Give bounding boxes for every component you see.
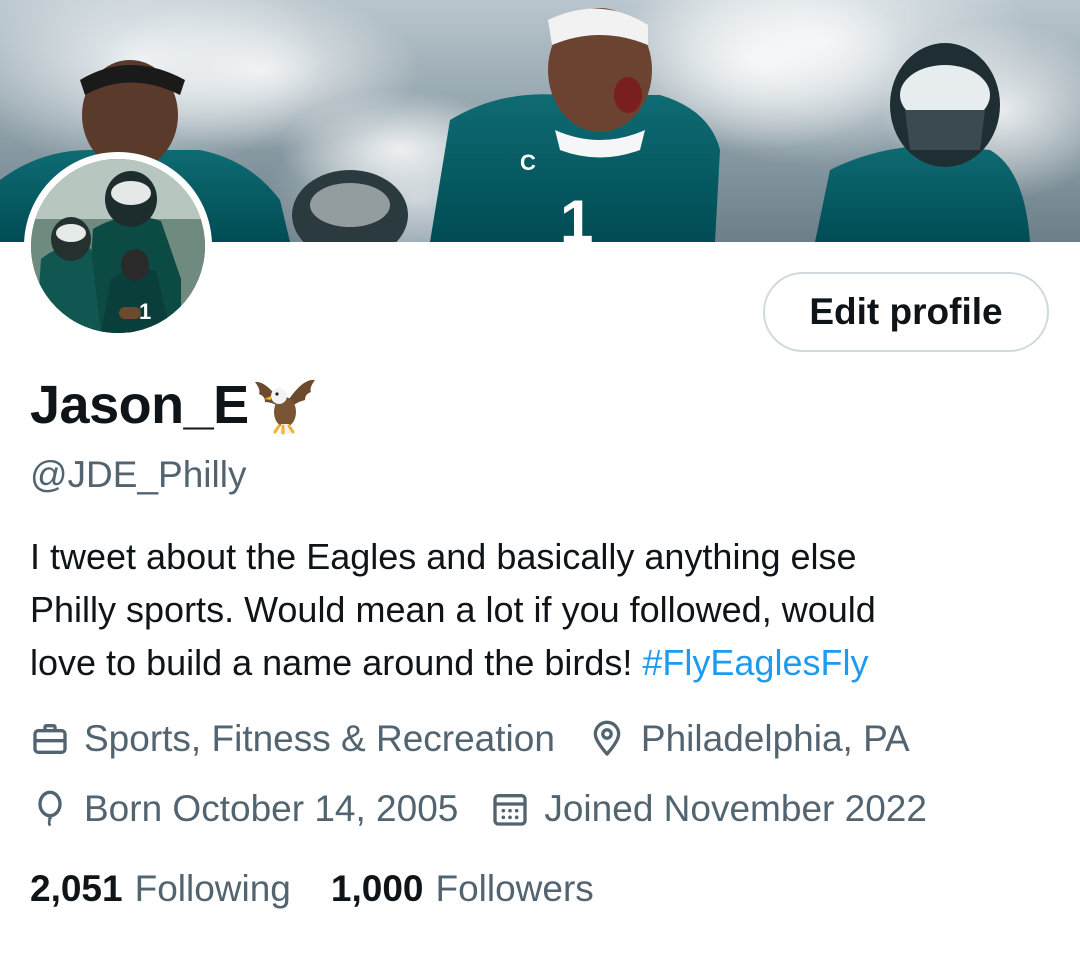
following-label: Following bbox=[134, 868, 291, 909]
profile-follow-counts: 2,051 Following 1,000 Followers bbox=[30, 868, 634, 910]
bio-hashtag-link[interactable]: #FlyEaglesFly bbox=[642, 642, 868, 683]
profile-meta-row: Sports, Fitness & Recreation Philadelphi… bbox=[30, 718, 942, 760]
edit-profile-button[interactable]: Edit profile bbox=[763, 272, 1049, 352]
bio-line-text: love to build a name around the birds! bbox=[30, 642, 643, 683]
profile-handle: @JDE_Philly bbox=[30, 454, 247, 495]
profile-display-name: Jason_E bbox=[30, 372, 317, 438]
followers-link[interactable]: 1,000 Followers bbox=[331, 868, 594, 910]
following-link[interactable]: 2,051 Following bbox=[30, 868, 291, 910]
birthday-text: Born October 14, 2005 bbox=[84, 788, 459, 829]
location-pin-icon bbox=[593, 720, 621, 756]
calendar-icon bbox=[493, 794, 528, 826]
svg-text:1: 1 bbox=[560, 188, 593, 242]
joined-text: Joined November 2022 bbox=[544, 788, 927, 829]
profile-category: Sports, Fitness & Recreation bbox=[30, 718, 555, 760]
bio-line: Philly sports. Would mean a lot if you f… bbox=[30, 589, 876, 630]
briefcase-icon bbox=[33, 724, 67, 754]
display-name-text: Jason_E bbox=[30, 375, 249, 435]
profile-meta-row: Born October 14, 2005 Joined November 20… bbox=[30, 788, 959, 830]
profile-joined-date: Joined November 2022 bbox=[490, 788, 927, 830]
followers-count: 1,000 bbox=[330, 868, 424, 909]
category-text: Sports, Fitness & Recreation bbox=[84, 718, 555, 759]
profile-bio: I tweet about the Eagles and basically a… bbox=[30, 530, 1040, 689]
location-text: Philadelphia, PA bbox=[640, 718, 910, 759]
balloon-icon bbox=[38, 790, 62, 827]
following-count: 2,051 bbox=[30, 868, 123, 909]
bio-line: love to build a name around the birds! #… bbox=[30, 636, 1040, 689]
svg-text:C: C bbox=[520, 150, 536, 175]
profile-birthday: Born October 14, 2005 bbox=[30, 788, 458, 830]
followers-label: Followers bbox=[435, 868, 594, 909]
eagle-emoji-icon bbox=[251, 372, 317, 438]
bio-line: I tweet about the Eagles and basically a… bbox=[30, 536, 857, 577]
svg-text:1: 1 bbox=[139, 299, 151, 324]
profile-avatar[interactable]: 1 bbox=[24, 152, 212, 340]
avatar-photo: 1 bbox=[31, 159, 205, 333]
profile-location: Philadelphia, PA bbox=[587, 718, 910, 760]
